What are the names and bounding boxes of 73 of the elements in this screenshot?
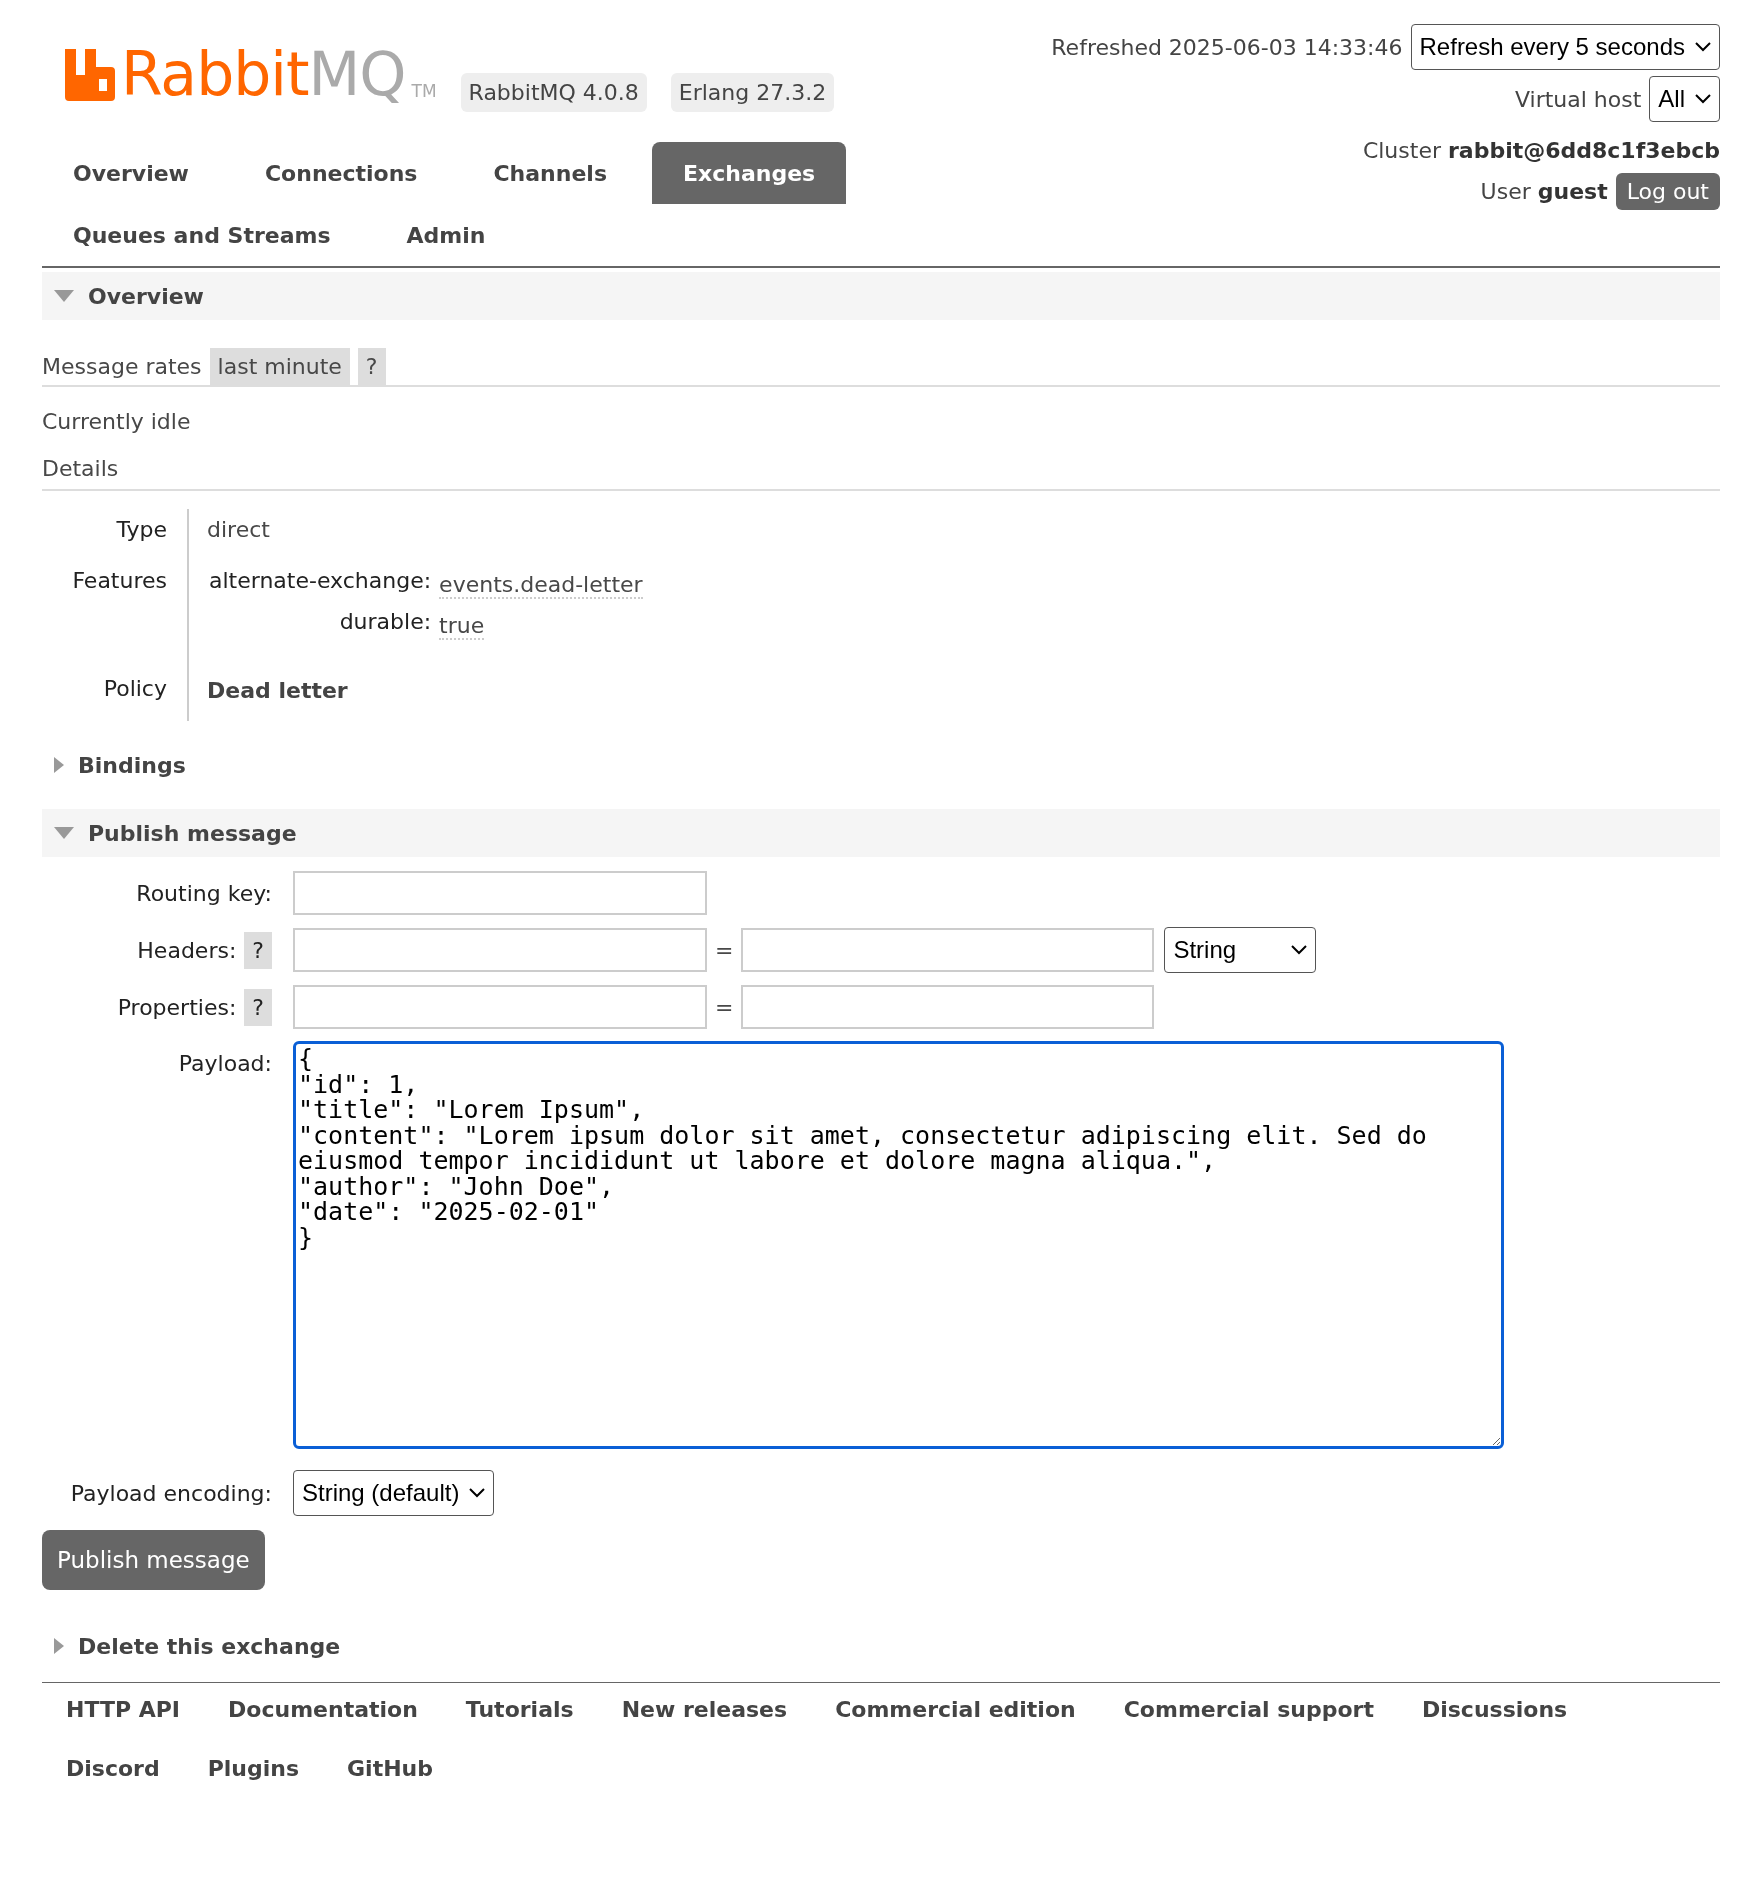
nav-tab[interactable]: Connections — [233, 142, 449, 204]
section-title[interactable]: Bindings — [78, 748, 186, 782]
logout-button[interactable]: Log out — [1615, 173, 1720, 210]
feature-key: durable: — [209, 605, 432, 642]
nav-tab[interactable]: Overview — [42, 142, 220, 204]
section-title[interactable]: Delete this exchange — [78, 1629, 341, 1663]
chevron-icon — [469, 1488, 486, 1498]
trademark-mark: TM — [411, 79, 437, 103]
detail-label: Policy — [103, 676, 167, 701]
section-title[interactable]: Publish message — [88, 816, 297, 850]
properties-value-field[interactable] — [741, 985, 1155, 1029]
nav-tab[interactable]: Channels — [462, 142, 638, 204]
status-text: Currently idle — [42, 408, 192, 436]
collapse-triangle-icon[interactable] — [54, 290, 74, 302]
equals-sign: = — [715, 936, 734, 965]
header-type-select[interactable]: String — [1164, 927, 1317, 973]
feature-value: true — [439, 613, 485, 640]
field-label: Properties: — [117, 993, 237, 1022]
field-label: Payload: — [178, 1050, 272, 1078]
nav-tab[interactable]: Queues and Streams — [42, 204, 362, 266]
footer-link[interactable]: Tutorials — [465, 1693, 574, 1726]
expand-triangle-icon[interactable] — [54, 1638, 64, 1654]
chevron-icon — [1291, 945, 1308, 955]
publish-button[interactable]: Publish message — [42, 1530, 265, 1590]
detail-label: Type — [116, 517, 167, 542]
footer-link[interactable]: Discussions — [1421, 1693, 1568, 1726]
properties-key-field[interactable] — [293, 985, 707, 1029]
footer-link[interactable]: Commercial support — [1123, 1693, 1374, 1726]
details-title: Details — [42, 452, 1720, 491]
detail-value: Dead letter — [207, 678, 348, 703]
refresh-select[interactable]: Refresh every 5 seconds — [1410, 24, 1720, 70]
refreshed-time: Refreshed 2025-06-03 14:33:46 — [1051, 33, 1403, 62]
detail-label: Features — [72, 568, 167, 593]
version-tag: RabbitMQ 4.0.8 — [460, 73, 647, 112]
section-title[interactable]: Overview — [88, 279, 204, 313]
logo-text: MQ — [308, 39, 406, 109]
feature-value: events.dead-letter — [439, 572, 643, 599]
footer-link[interactable]: Documentation — [228, 1693, 418, 1726]
expand-triangle-icon[interactable] — [54, 757, 64, 773]
footer-link[interactable]: Plugins — [207, 1752, 300, 1785]
help-button[interactable]: ? — [357, 348, 386, 385]
routing-key-field[interactable] — [293, 871, 707, 915]
field-label: Routing key: — [136, 879, 272, 908]
help-button[interactable]: ? — [244, 988, 272, 1026]
footer-link[interactable]: HTTP API — [66, 1693, 181, 1726]
cluster-text: Cluster rabbit@6dd8c1f3ebcb — [1362, 137, 1720, 165]
vhost-label: Virtual host — [1514, 85, 1642, 114]
field-label: Payload encoding: — [70, 1479, 272, 1508]
footer-link[interactable]: Discord — [66, 1752, 160, 1785]
payload-field[interactable]: { "id": 1, "title": "Lorem Ipsum", "content": "Lorem ipsum dolor sit amet, consectetur adipiscing elit. Sed do eiusmod tempor incididunt ut labore et dolore magna aliqua.", "author": "John Doe", "date": "2025-02-01" } — [293, 1041, 1504, 1449]
collapse-triangle-icon[interactable] — [54, 827, 74, 839]
chevron-icon — [1695, 42, 1711, 52]
encoding-select[interactable]: String (default) — [293, 1470, 495, 1516]
version-tag: Erlang 27.3.2 — [670, 73, 835, 112]
footer-link[interactable]: New releases — [621, 1693, 788, 1726]
user-text: User guest — [1480, 178, 1608, 206]
nav-tab[interactable]: Exchanges — [652, 142, 847, 204]
footer-link[interactable]: Commercial edition — [835, 1693, 1076, 1726]
rates-label: Message rates — [42, 353, 202, 381]
logo-text: Rabbit — [121, 39, 309, 109]
feature-key: alternate-exchange: — [209, 564, 432, 601]
period-selector[interactable]: last minute — [209, 348, 350, 385]
vhost-select[interactable]: All — [1649, 76, 1720, 122]
logo-icon — [65, 49, 115, 101]
footer-link[interactable]: GitHub — [347, 1752, 433, 1785]
chevron-icon — [1695, 94, 1711, 104]
field-label: Headers: — [137, 936, 237, 965]
help-button[interactable]: ? — [244, 931, 272, 969]
detail-value: direct — [207, 517, 270, 542]
equals-sign: = — [715, 993, 734, 1022]
nav-tab[interactable]: Admin — [375, 204, 517, 266]
headers-key-field[interactable] — [293, 928, 707, 972]
headers-value-field[interactable] — [741, 928, 1155, 972]
